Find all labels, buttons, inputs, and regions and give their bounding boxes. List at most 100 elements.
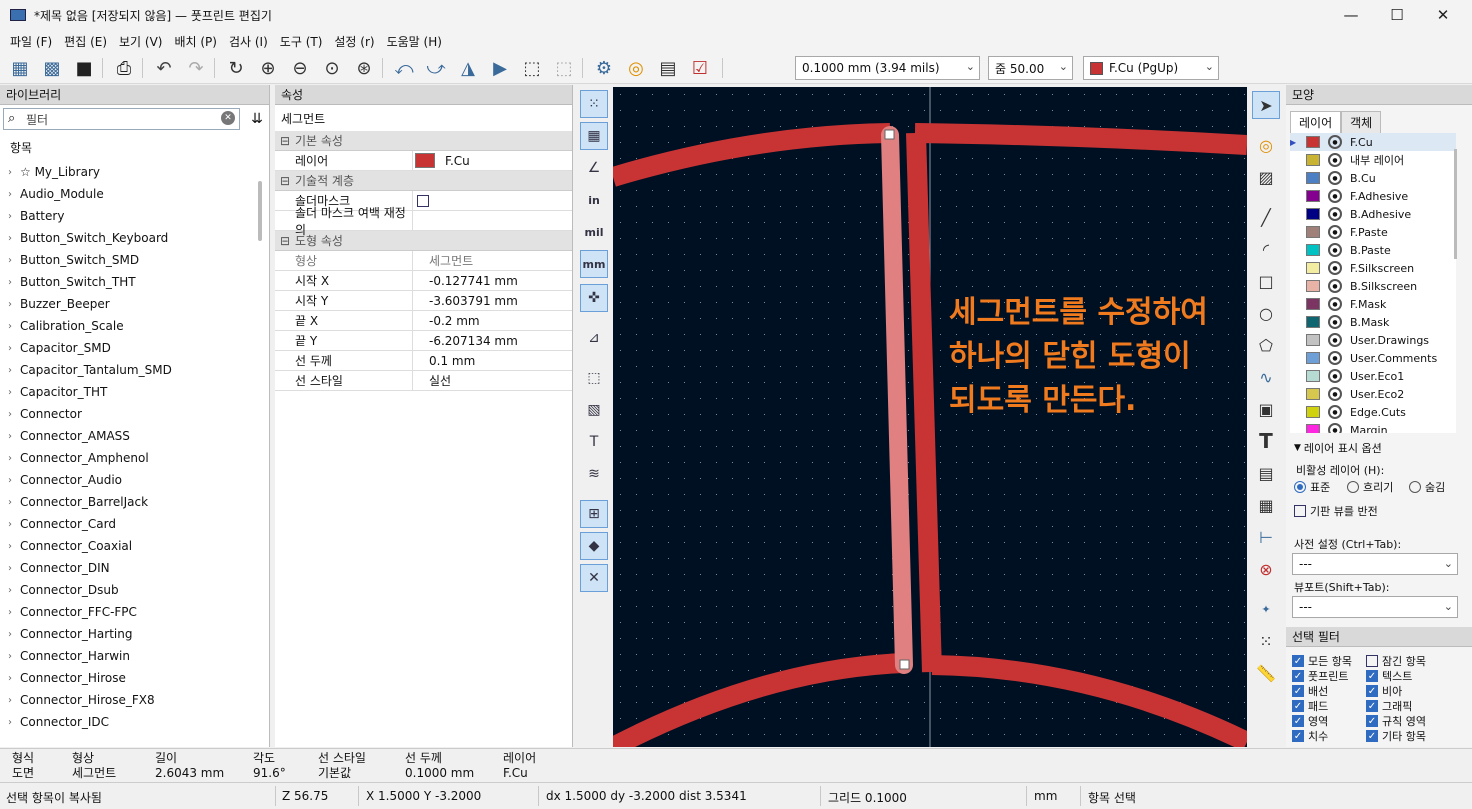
layer-color-swatch[interactable]	[1306, 154, 1320, 166]
library-tree-item[interactable]: › Connector_Audio	[0, 469, 258, 491]
set-anchor-icon[interactable]: ✦	[1252, 595, 1280, 623]
save-icon[interactable]: ■	[70, 55, 98, 81]
layer-color-swatch[interactable]	[1306, 208, 1320, 220]
layer-row[interactable]: ● User.Comments	[1290, 349, 1456, 367]
selection-filter-item[interactable]: ✓ 배선	[1292, 683, 1328, 699]
chevron-right-icon[interactable]: ›	[0, 299, 20, 310]
chevron-right-icon[interactable]: ›	[0, 343, 20, 354]
select-icon[interactable]: ➤	[1252, 91, 1280, 119]
pad-settings-icon[interactable]: ◎	[622, 55, 650, 81]
menu-file[interactable]: 파일 (F)	[4, 33, 58, 50]
minimize-button[interactable]: —	[1328, 0, 1374, 30]
chevron-right-icon[interactable]: ›	[0, 365, 20, 376]
properties-panel-icon[interactable]: ✕	[580, 564, 608, 592]
radio-dim[interactable]: 흐리기	[1347, 479, 1393, 495]
menu-edit[interactable]: 편집 (E)	[58, 33, 113, 50]
chevron-right-icon[interactable]: ›	[0, 497, 20, 508]
eye-icon[interactable]: ●	[1328, 423, 1342, 433]
collapse-icon[interactable]: ⊟	[275, 174, 295, 188]
zoom-fit-icon[interactable]: ⊙	[318, 55, 346, 81]
menu-view[interactable]: 보기 (V)	[113, 33, 168, 50]
layer-color-swatch[interactable]	[1306, 298, 1320, 310]
menu-preferences[interactable]: 설정 (r)	[328, 33, 380, 50]
selection-filter-item[interactable]: ✓ 규칙 영역	[1366, 713, 1426, 729]
layer-row[interactable]: ● F.Paste	[1290, 223, 1456, 241]
library-tree-item[interactable]: › Connector_Hirose	[0, 667, 258, 689]
selection-filter-item[interactable]: ✓ 치수	[1292, 728, 1328, 744]
chevron-right-icon[interactable]: ›	[0, 673, 20, 684]
selection-filter-item[interactable]: ✓ 패드	[1292, 698, 1328, 714]
eye-icon[interactable]: ●	[1328, 315, 1342, 329]
display-options-toggle[interactable]: ▼ 레이어 표시 옵션	[1294, 440, 1382, 456]
zoom-in-icon[interactable]: ⊕	[254, 55, 282, 81]
delete-tool-icon[interactable]: ⊗	[1252, 555, 1280, 583]
property-value[interactable]: -0.127741 mm	[413, 271, 572, 290]
units-mm-icon[interactable]: mm	[580, 250, 608, 278]
chevron-right-icon[interactable]: ›	[0, 651, 20, 662]
eye-icon[interactable]: ●	[1328, 225, 1342, 239]
chevron-right-icon[interactable]: ›	[0, 321, 20, 332]
redo-icon[interactable]: ↷	[182, 55, 210, 81]
chevron-right-icon[interactable]: ›	[0, 717, 20, 728]
library-tree-item[interactable]: › Button_Switch_THT	[0, 271, 258, 293]
menu-inspect[interactable]: 검사 (I)	[223, 33, 274, 50]
maximize-button[interactable]: ☐	[1374, 0, 1420, 30]
library-tree-item[interactable]: › Button_Switch_Keyboard	[0, 227, 258, 249]
segment-end-handle[interactable]	[899, 659, 910, 670]
layer-select[interactable]: F.Cu (PgUp) ⌄	[1083, 56, 1219, 80]
layer-row[interactable]: ● B.Mask	[1290, 313, 1456, 331]
library-tree-item[interactable]: › ☆ My_Library	[0, 161, 258, 183]
library-tree-item[interactable]: › Connector_FFC-FPC	[0, 601, 258, 623]
chevron-right-icon[interactable]: ›	[0, 167, 20, 178]
eye-icon[interactable]: ●	[1328, 261, 1342, 275]
chevron-right-icon[interactable]: ›	[0, 277, 20, 288]
solder-mask-checkbox[interactable]	[417, 194, 429, 207]
chevron-right-icon[interactable]: ›	[0, 695, 20, 706]
draw-polygon-icon[interactable]: ⬠	[1252, 331, 1280, 359]
chevron-right-icon[interactable]: ›	[0, 255, 20, 266]
selection-filter-item[interactable]: ✓ 그래픽	[1366, 698, 1412, 714]
chevron-right-icon[interactable]: ›	[0, 409, 20, 420]
drawing-canvas[interactable]: 세그먼트를 수정하여 하나의 닫힌 도형이 되도록 만든다.	[613, 87, 1247, 747]
draw-line-icon[interactable]: ╱	[1252, 203, 1280, 231]
library-tree-item[interactable]: › Connector_Harting	[0, 623, 258, 645]
menu-place[interactable]: 배치 (P)	[168, 33, 223, 50]
eye-icon[interactable]: ●	[1328, 189, 1342, 203]
appearance-panel-icon[interactable]: ◆	[580, 532, 608, 560]
units-inch-icon[interactable]: in	[580, 186, 608, 214]
draw-circle-icon[interactable]: ○	[1252, 299, 1280, 327]
layer-row[interactable]: ● 내부 레이어	[1290, 151, 1456, 169]
library-tree-item[interactable]: › Button_Switch_SMD	[0, 249, 258, 271]
eye-icon[interactable]: ●	[1328, 405, 1342, 419]
library-tree-item[interactable]: › Capacitor_Tantalum_SMD	[0, 359, 258, 381]
selection-filter-item[interactable]: 잠긴 항목	[1366, 653, 1426, 669]
eye-icon[interactable]: ●	[1328, 387, 1342, 401]
arc-segment-top-right[interactable]	[914, 123, 1247, 155]
chevron-right-icon[interactable]: ›	[0, 189, 20, 200]
layer-row[interactable]: ▶ ● F.Cu	[1290, 133, 1456, 151]
chevron-right-icon[interactable]: ›	[0, 519, 20, 530]
add-textbox-icon[interactable]: ▤	[1252, 459, 1280, 487]
library-tree-item[interactable]: › Calibration_Scale	[0, 315, 258, 337]
chevron-right-icon[interactable]: ›	[0, 475, 20, 486]
layer-color-swatch[interactable]	[1306, 262, 1320, 274]
layer-color-swatch[interactable]	[1306, 370, 1320, 382]
draw-rect-icon[interactable]: □	[1252, 267, 1280, 295]
chevron-right-icon[interactable]: ›	[0, 585, 20, 596]
layer-row[interactable]: ● User.Drawings	[1290, 331, 1456, 349]
layer-color-swatch[interactable]	[1306, 280, 1320, 292]
library-tree-item[interactable]: › Connector	[0, 403, 258, 425]
zoom-selection-icon[interactable]: ⊛	[350, 55, 378, 81]
zoom-select[interactable]: 줌 50.00 ⌄	[988, 56, 1073, 80]
eye-icon[interactable]: ●	[1328, 243, 1342, 257]
layer-row[interactable]: ● User.Eco2	[1290, 385, 1456, 403]
eye-icon[interactable]: ●	[1328, 207, 1342, 221]
grid-origin-icon[interactable]: ⁙	[1252, 627, 1280, 655]
chevron-right-icon[interactable]: ›	[0, 387, 20, 398]
checker-icon[interactable]: ▤	[654, 55, 682, 81]
property-value[interactable]	[413, 191, 572, 210]
chevron-right-icon[interactable]: ›	[0, 431, 20, 442]
chevron-right-icon[interactable]: ›	[0, 563, 20, 574]
layer-scrollbar[interactable]	[1454, 149, 1457, 259]
viewport-select[interactable]: --- ⌄	[1292, 596, 1458, 618]
